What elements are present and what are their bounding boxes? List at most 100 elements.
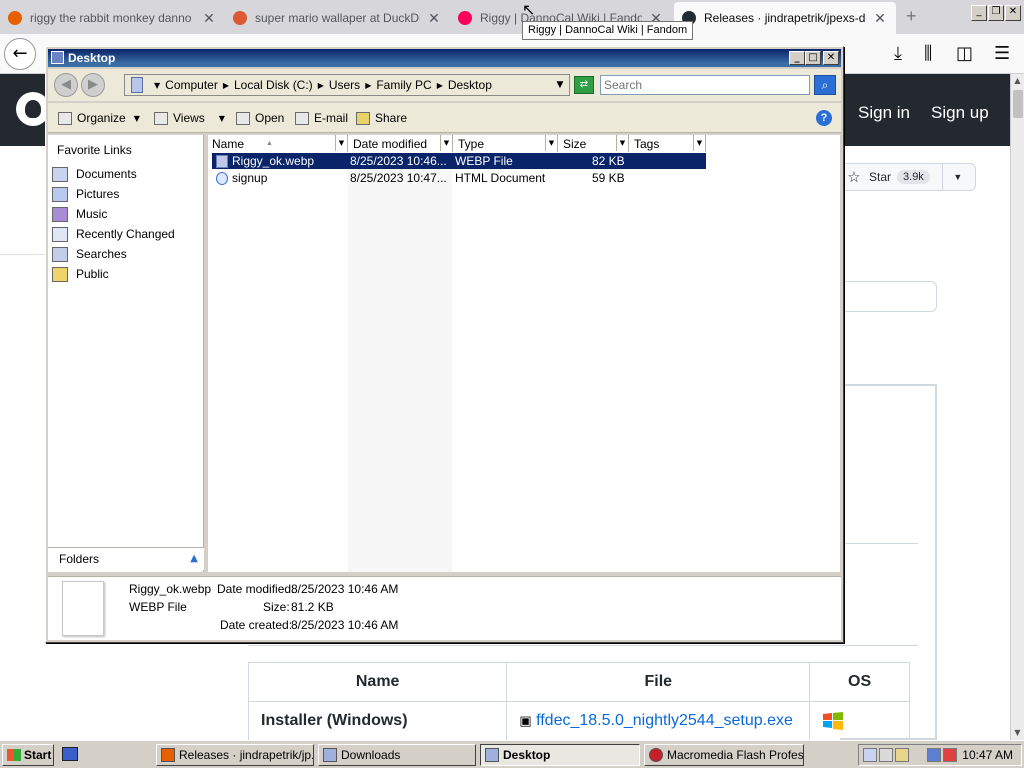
back-button[interactable]: ←: [4, 38, 36, 70]
sidebar-item-music[interactable]: Music: [52, 204, 107, 224]
file-row-riggy-webp[interactable]: Riggy_ok.webp 8/25/2023 10:46... WEBP Fi…: [212, 153, 706, 169]
tray-app-icon[interactable]: [879, 748, 893, 762]
maximize-icon[interactable]: □: [805, 51, 821, 65]
close-tab-icon[interactable]: ✕: [872, 10, 888, 27]
chevron-down-icon[interactable]: ▼: [616, 135, 628, 151]
breadcrumb-computer[interactable]: Computer: [165, 78, 218, 92]
folders-toggle[interactable]: Folders ▲: [48, 547, 204, 570]
table-row: Installer (Windows) ▣ ffdec_18.5.0_night…: [247, 701, 910, 741]
scrollbar-thumb[interactable]: [1013, 90, 1023, 118]
breadcrumb-family-pc[interactable]: Family PC: [376, 78, 431, 92]
mouse-cursor-icon: ↖: [522, 0, 536, 19]
tray-app-icon[interactable]: [863, 748, 877, 762]
library-icon[interactable]: ⫼: [924, 43, 932, 64]
forward-arrow-icon[interactable]: ▶: [81, 73, 105, 97]
sidebar-item-pictures[interactable]: Pictures: [52, 184, 119, 204]
clock[interactable]: 10:47 AM: [962, 748, 1013, 762]
page-scrollbar[interactable]: ▲ ▼: [1010, 74, 1024, 740]
open-button[interactable]: Open: [236, 109, 284, 127]
start-label: Start: [24, 748, 52, 762]
chevron-down-icon[interactable]: ▼: [545, 135, 557, 151]
chevron-right-icon[interactable]: ▶: [365, 81, 371, 90]
task-desktop[interactable]: Desktop: [480, 744, 640, 766]
tab-github-releases[interactable]: Releases · jindrapetrik/jpexs-deco ✕: [674, 2, 896, 34]
organize-button[interactable]: Organize ▼: [58, 109, 140, 127]
sign-up-link[interactable]: Sign up: [931, 103, 989, 123]
close-window-icon[interactable]: ✕: [1005, 5, 1021, 21]
chevron-down-icon[interactable]: ▼: [943, 172, 973, 182]
file-row-signup[interactable]: signup 8/25/2023 10:47... HTML Document …: [212, 170, 706, 186]
views-button[interactable]: Views ▼: [154, 109, 225, 127]
close-icon[interactable]: ✕: [823, 51, 839, 65]
search-input[interactable]: [600, 75, 810, 95]
folder-icon: [51, 51, 64, 64]
tab-title: super mario wallaper at DuckDuck: [255, 11, 420, 25]
tab-riggy-search[interactable]: riggy the rabbit monkey danno at ✕: [0, 2, 225, 34]
breadcrumb-users[interactable]: Users: [329, 78, 360, 92]
back-arrow-icon[interactable]: ◀: [54, 73, 78, 97]
assets-table: Name File OS Installer (Windows) ▣ ffdec…: [247, 662, 910, 741]
show-desktop-icon[interactable]: [62, 747, 78, 761]
favorite-links-heading: Favorite Links: [57, 143, 132, 157]
sidebar-item-searches[interactable]: Searches: [52, 244, 127, 264]
share-button[interactable]: Share: [356, 109, 407, 127]
column-header-tags[interactable]: Tags ▼: [630, 135, 706, 152]
start-button[interactable]: Start: [2, 744, 54, 766]
chevron-down-icon[interactable]: ▼: [440, 135, 452, 151]
tab-duckduckgo[interactable]: super mario wallaper at DuckDuck ✕: [225, 2, 450, 34]
task-releases[interactable]: Releases · jindrapetrik/jp...: [156, 744, 314, 766]
public-folder-icon: [52, 266, 68, 282]
column-header-date-modified[interactable]: Date modified ▼: [349, 135, 453, 152]
minimize-icon[interactable]: _: [789, 51, 805, 65]
network-icon[interactable]: [927, 748, 941, 762]
sidebar-icon[interactable]: ◫: [956, 43, 973, 64]
restore-icon[interactable]: ❐: [988, 5, 1004, 21]
sidebar-item-documents[interactable]: Documents: [52, 164, 137, 184]
column-header-type[interactable]: Type ▼: [454, 135, 558, 152]
sidebar-item-public[interactable]: Public: [52, 264, 109, 284]
downloads-icon[interactable]: ⤓: [894, 43, 902, 64]
sidebar-item-recently-changed[interactable]: Recently Changed: [52, 224, 175, 244]
chevron-right-icon[interactable]: ▶: [318, 81, 324, 90]
chevron-down-icon[interactable]: ▼: [693, 135, 705, 151]
close-tab-icon[interactable]: ✕: [426, 10, 442, 27]
task-downloads[interactable]: Downloads: [318, 744, 476, 766]
breadcrumb-local-disk[interactable]: Local Disk (C:): [234, 78, 313, 92]
email-button[interactable]: E-mail: [295, 109, 348, 127]
chevron-down-icon[interactable]: ▼: [335, 135, 347, 151]
sort-arrow-icon: ▲: [266, 140, 273, 147]
column-header-size[interactable]: Size ▼: [559, 135, 629, 152]
star-button[interactable]: ☆ Star 3.9k ▼: [838, 163, 976, 191]
scroll-down-icon[interactable]: ▼: [1011, 726, 1024, 740]
task-label: Desktop: [503, 748, 551, 762]
flash-icon: [649, 748, 663, 762]
address-bar[interactable]: ▼ Computer ▶ Local Disk (C:) ▶ Users ▶ F…: [124, 74, 570, 96]
chevron-right-icon[interactable]: ▶: [223, 81, 229, 90]
asset-download-link[interactable]: ffdec_18.5.0_nightly2544_setup.exe: [536, 712, 793, 729]
help-icon[interactable]: ?: [816, 110, 832, 126]
navigation-pane: Favorite Links Documents Pictures Music …: [48, 135, 204, 572]
task-macromedia-flash[interactable]: Macromedia Flash Profes...: [644, 744, 804, 766]
menu-icon[interactable]: ☰: [994, 43, 1010, 64]
scroll-up-icon[interactable]: ▲: [1011, 74, 1024, 88]
sign-in-link[interactable]: Sign in: [858, 103, 910, 123]
folder-icon: [485, 748, 499, 762]
chevron-right-icon[interactable]: ▶: [437, 81, 443, 90]
minimize-icon[interactable]: _: [971, 5, 987, 21]
tray-app-icon[interactable]: [895, 748, 909, 762]
search-icon[interactable]: ⌕: [814, 75, 836, 95]
new-tab-button[interactable]: +: [906, 6, 917, 27]
file-list-pane: Name ▲ ▼ Date modified ▼ Type ▼ Size ▼ T…: [208, 135, 840, 572]
filter-input[interactable]: [840, 281, 937, 312]
explorer-title-bar[interactable]: Desktop _ □ ✕: [48, 49, 841, 67]
system-tray: 10:47 AM: [858, 744, 1022, 766]
chevron-down-icon: ▼: [133, 113, 140, 123]
close-tab-icon[interactable]: ✕: [201, 10, 217, 27]
column-header-name[interactable]: Name ▲ ▼: [208, 135, 348, 152]
refresh-icon[interactable]: ⇄: [574, 76, 594, 94]
volume-muted-icon[interactable]: [943, 748, 957, 762]
firefox-favicon-icon: [8, 11, 22, 25]
breadcrumb-desktop[interactable]: Desktop: [448, 78, 492, 92]
chevron-down-icon[interactable]: ▼: [551, 80, 569, 90]
file-name: Riggy_ok.webp: [232, 154, 315, 168]
